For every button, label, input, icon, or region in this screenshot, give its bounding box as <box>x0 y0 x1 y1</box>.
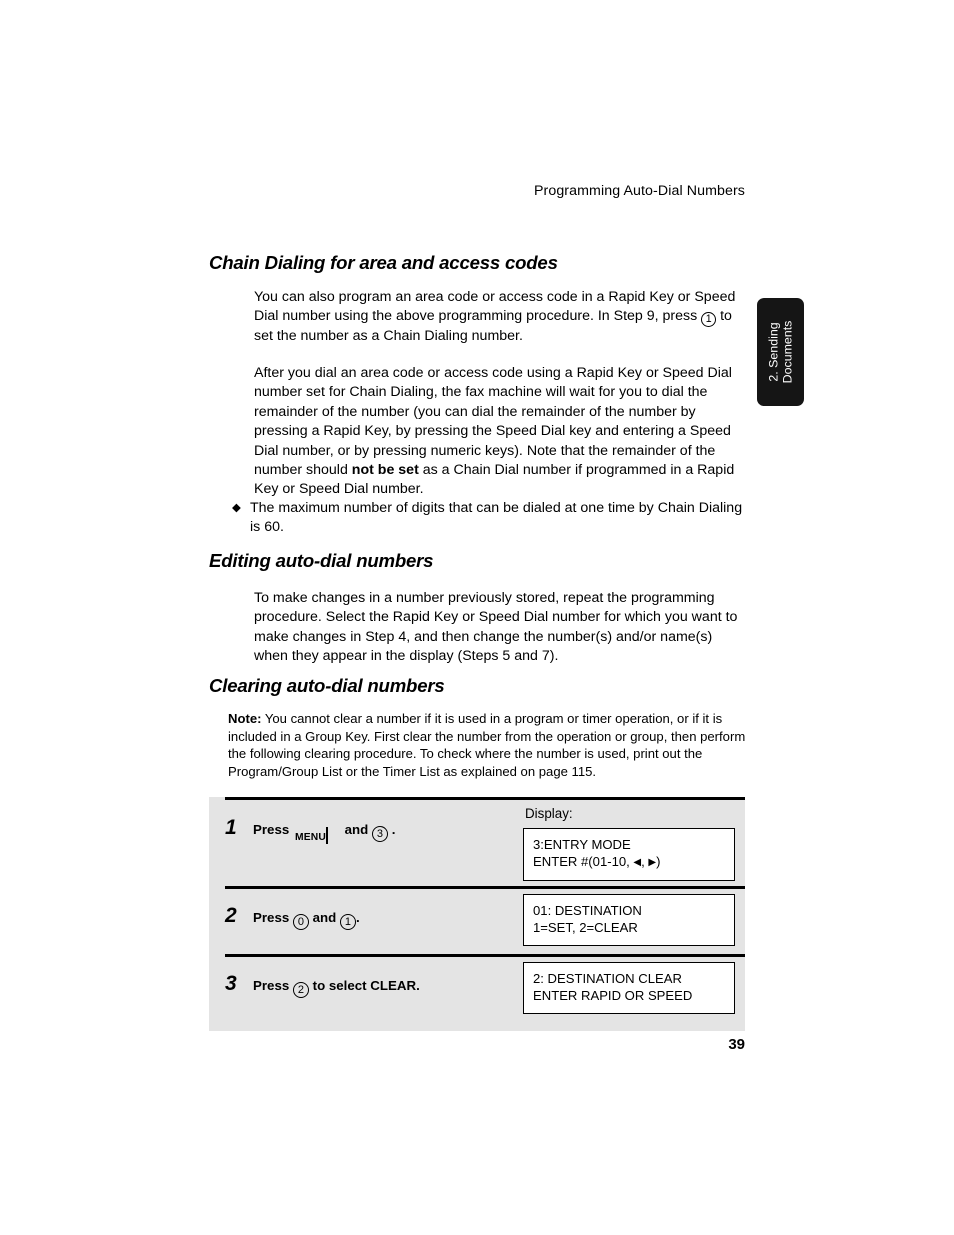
step-divider <box>225 797 745 800</box>
lcd-line-2: ENTER RAPID OR SPEED <box>533 988 693 1004</box>
chain-dialing-paragraph-1: You can also program an area code or acc… <box>254 288 746 347</box>
key-2-icon: 2 <box>292 982 309 998</box>
document-page: Programming Auto-Dial Numbers 2. Sending… <box>0 0 954 1235</box>
running-header: Programming Auto-Dial Numbers <box>533 183 745 199</box>
paragraph-text: You can also program an area code or acc… <box>254 288 746 347</box>
arrow-right-icon: ▶ <box>648 857 657 869</box>
heading-editing-auto-dial-numbers: Editing auto-dial numbers <box>209 550 434 571</box>
and-label: and <box>344 822 369 837</box>
press-label: Press <box>253 978 290 993</box>
menu-key-label: MENU <box>294 832 327 843</box>
paragraph-bold: not be set <box>351 462 419 479</box>
menu-key-icon: MENU <box>294 827 339 844</box>
key-0-icon: 0 <box>292 914 309 930</box>
paragraph-text: After you dial an area code or access co… <box>254 364 746 500</box>
press-label: Press <box>253 822 290 837</box>
lcd-line-2-pre: ENTER #(01-10, <box>533 854 634 870</box>
lcd-line-1: 01: DESTINATION <box>533 903 642 918</box>
step-instruction: Press 0 and 1. <box>253 910 360 930</box>
editing-auto-dial-paragraph: To make changes in a number previously s… <box>254 589 746 667</box>
menu-key-body <box>326 827 329 844</box>
chapter-side-tab: 2. Sending Documents <box>757 298 804 406</box>
page-number: 39 <box>728 1036 745 1053</box>
paragraph-pre: You can also program an area code or acc… <box>254 289 736 325</box>
note-label: Note: <box>228 711 262 726</box>
note-text: You cannot clear a number if it is used … <box>228 711 746 779</box>
chapter-side-tab-line2: Documents <box>780 320 795 384</box>
step-instruction: Press 2 to select CLEAR. <box>253 978 420 998</box>
lcd-line-1: 2: DESTINATION CLEAR <box>533 971 682 986</box>
paragraph-text: To make changes in a number previously s… <box>254 590 738 665</box>
lcd-display-2: 01: DESTINATION 1=SET, 2=CLEAR <box>523 894 735 946</box>
press-label: Press <box>253 910 290 925</box>
display-label: Display: <box>525 806 573 821</box>
key-1-icon: 1 <box>339 914 356 930</box>
period: . <box>355 910 360 925</box>
key-1-icon: 1 <box>701 312 717 328</box>
lcd-line-2: ENTER #(01-10, ◀, ▶) <box>533 853 725 871</box>
chain-dialing-paragraph-2: After you dial an area code or access co… <box>254 364 746 500</box>
lcd-line-2-post: ) <box>656 854 661 870</box>
step-divider <box>225 954 745 957</box>
key-3-icon: 3 <box>371 826 388 842</box>
arrow-left-icon: ◀ <box>633 857 642 869</box>
step-divider <box>225 886 745 889</box>
diamond-bullet-icon: ◆ <box>232 502 241 514</box>
lcd-line-1: 3:ENTRY MODE <box>533 837 631 852</box>
step-number: 3 <box>225 972 237 995</box>
step-number: 2 <box>225 904 237 927</box>
steps-table: 1 Press MENU and 3 . Display: 3:ENTRY MO… <box>209 797 745 1031</box>
lcd-display-1: 3:ENTRY MODE ENTER #(01-10, ◀, ▶) <box>523 828 735 881</box>
chapter-side-tab-text: 2. Sending Documents <box>766 321 795 384</box>
step-number: 1 <box>225 816 237 839</box>
step-instruction: Press MENU and 3 . <box>253 822 395 844</box>
and-label: and <box>312 910 337 925</box>
chain-dialing-bullet: ◆ The maximum number of digits that can … <box>232 499 744 538</box>
lcd-display-3: 2: DESTINATION CLEAR ENTER RAPID OR SPEE… <box>523 962 735 1014</box>
heading-chain-dialing: Chain Dialing for area and access codes <box>209 252 558 273</box>
lcd-line-2: 1=SET, 2=CLEAR <box>533 920 638 936</box>
clearing-note: Note: You cannot clear a number if it is… <box>228 710 746 780</box>
step-suffix: to select CLEAR. <box>312 978 420 993</box>
heading-clearing-auto-dial-numbers: Clearing auto-dial numbers <box>209 675 445 696</box>
bullet-text: The maximum number of digits that can be… <box>250 500 743 536</box>
chapter-side-tab-line1: 2. Sending <box>766 322 781 382</box>
period: . <box>391 822 396 837</box>
note-paragraph: Note: You cannot clear a number if it is… <box>228 710 746 780</box>
